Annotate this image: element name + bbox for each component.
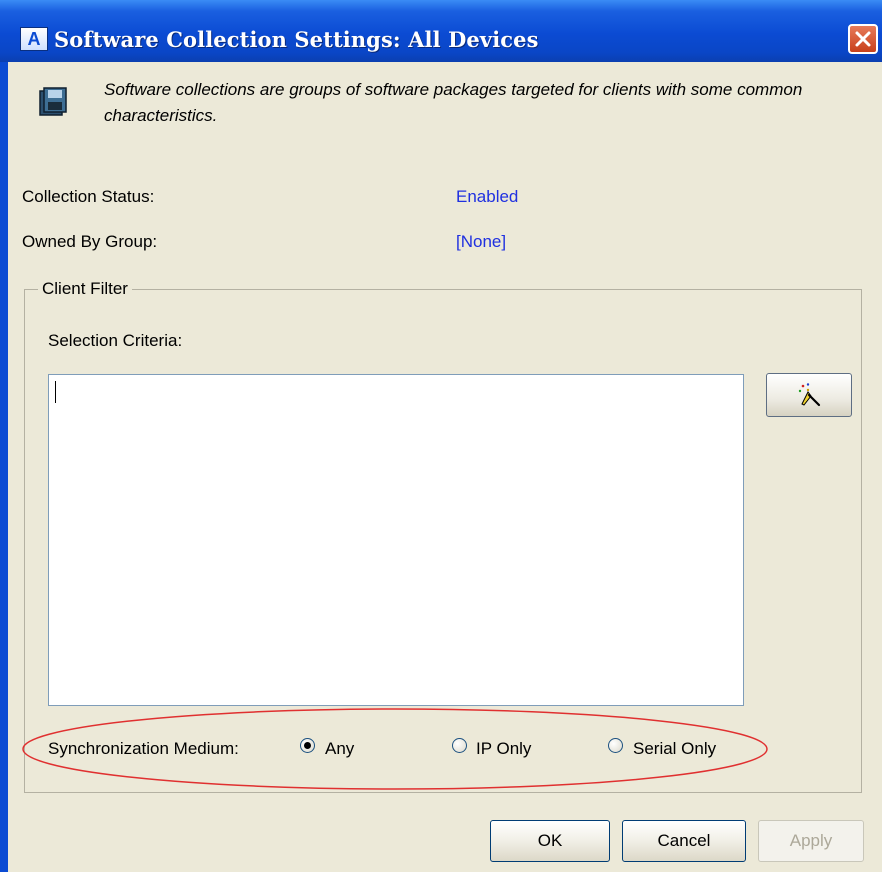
client-filter-legend: Client Filter	[38, 279, 132, 299]
window-title: Software Collection Settings: All Device…	[54, 27, 539, 52]
selection-criteria-label: Selection Criteria:	[48, 331, 183, 350]
intro-text: Software collections are groups of softw…	[104, 80, 803, 125]
selection-criteria-textarea[interactable]	[48, 374, 744, 706]
floppy-disk-icon	[39, 87, 67, 116]
title-bar: A Software Collection Settings: All Devi…	[0, 0, 882, 62]
magic-wand-icon	[798, 383, 821, 407]
window-left-border	[0, 62, 8, 872]
close-button[interactable]	[848, 24, 878, 54]
close-icon	[855, 31, 871, 47]
app-logo-icon: A	[20, 27, 48, 51]
owned-by-group-value[interactable]: [None]	[456, 232, 506, 252]
criteria-wizard-button[interactable]	[766, 373, 852, 417]
collection-status-value[interactable]: Enabled	[456, 187, 518, 207]
collection-status-label: Collection Status:	[22, 187, 155, 206]
text-caret	[55, 381, 56, 403]
cancel-button[interactable]: Cancel	[622, 820, 746, 862]
ok-button[interactable]: OK	[490, 820, 610, 862]
highlight-ellipse	[22, 708, 768, 790]
owned-by-group-label: Owned By Group:	[22, 232, 158, 251]
apply-button[interactable]: Apply	[758, 820, 864, 862]
